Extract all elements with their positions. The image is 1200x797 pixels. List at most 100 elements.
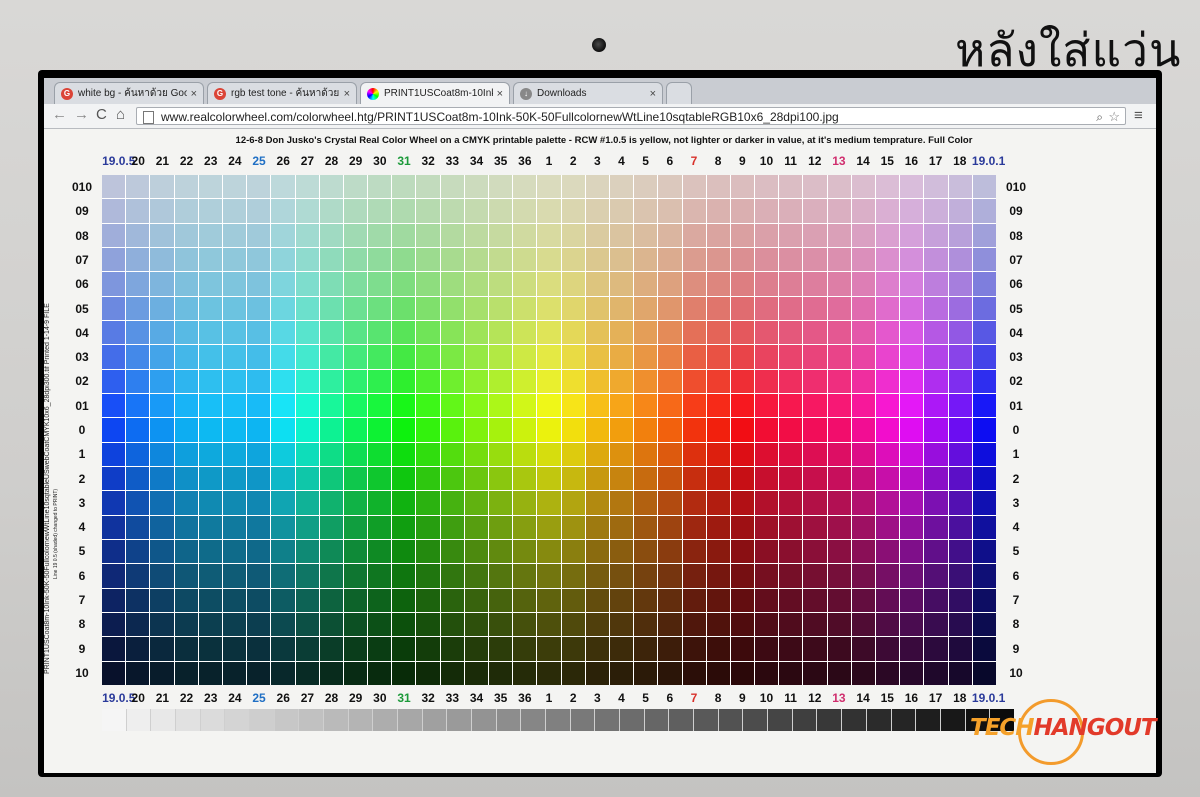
color-swatch: [174, 369, 198, 393]
color-swatch: [368, 491, 392, 515]
column-label: 36: [518, 691, 532, 705]
color-swatch: [416, 223, 440, 247]
color-swatch: [948, 564, 972, 588]
color-swatch: [126, 345, 150, 369]
menu-icon[interactable]: ≡: [1134, 107, 1143, 124]
home-icon[interactable]: ⌂: [116, 106, 125, 123]
tab-downloads[interactable]: ↓ Downloads ×: [513, 82, 663, 104]
color-swatch: [174, 272, 198, 296]
color-swatch: [658, 588, 682, 612]
color-swatch: [102, 442, 126, 466]
column-label: 12: [808, 154, 822, 168]
color-swatch: [827, 515, 851, 539]
gray-swatch: [620, 709, 644, 731]
back-icon[interactable]: ←: [52, 106, 67, 123]
color-swatch: [779, 540, 803, 564]
color-swatch: [634, 491, 658, 515]
color-swatch: [368, 637, 392, 661]
color-swatch: [271, 540, 295, 564]
color-swatch: [730, 661, 755, 685]
color-swatch: [416, 296, 440, 320]
color-swatch: [150, 418, 174, 442]
color-swatch: [803, 637, 827, 661]
color-swatch: [440, 369, 464, 393]
forward-icon[interactable]: →: [74, 106, 89, 123]
color-swatch: [343, 321, 368, 345]
color-swatch: [198, 661, 222, 685]
row-label: 03: [75, 350, 89, 365]
tab-rgb-test[interactable]: G rgb test tone - ค้นหาด้วย G ×: [207, 82, 357, 104]
color-swatch: [198, 369, 222, 393]
color-swatch: [464, 418, 489, 442]
color-swatch: [464, 272, 489, 296]
bookmark-star-icon[interactable]: ☆: [1108, 108, 1120, 126]
column-label: 12: [808, 691, 822, 705]
column-label: 33: [445, 154, 460, 168]
column-label: 17: [928, 691, 943, 705]
color-swatch: [779, 175, 803, 199]
color-swatch: [609, 637, 634, 661]
color-swatch: [174, 418, 198, 442]
tab-white-bg[interactable]: G white bg - ค้นหาด้วย Goog ×: [54, 82, 204, 104]
color-swatch: [440, 491, 464, 515]
color-swatch: [416, 491, 440, 515]
color-swatch: [827, 588, 851, 612]
color-swatch: [295, 272, 319, 296]
color-swatch: [102, 491, 126, 515]
color-swatch: [464, 223, 489, 247]
close-tab-icon[interactable]: ×: [344, 88, 350, 100]
color-swatch: [682, 442, 706, 466]
color-swatch: [416, 394, 440, 418]
color-swatch: [343, 491, 368, 515]
address-bar[interactable]: www.realcolorwheel.com/colorwheel.htg/PR…: [136, 107, 1126, 125]
color-swatch: [634, 467, 658, 491]
color-swatch: [271, 491, 295, 515]
color-swatch: [730, 564, 755, 588]
color-swatch: [464, 613, 489, 637]
color-swatch: [900, 296, 924, 320]
close-tab-icon[interactable]: ×: [191, 88, 197, 100]
gray-swatch: [176, 709, 200, 731]
color-swatch: [585, 540, 609, 564]
color-swatch: [682, 588, 706, 612]
color-swatch: [489, 175, 513, 199]
color-swatch: [585, 321, 609, 345]
color-swatch: [730, 442, 755, 466]
color-swatch: [319, 296, 343, 320]
color-swatch: [440, 296, 464, 320]
color-swatch: [658, 296, 682, 320]
color-swatch: [464, 394, 489, 418]
close-tab-icon[interactable]: ×: [650, 88, 656, 100]
color-swatch: [102, 588, 126, 612]
color-swatch: [319, 613, 343, 637]
color-swatch: [972, 296, 996, 320]
color-swatch: [416, 442, 440, 466]
color-swatch: [102, 394, 126, 418]
color-swatch: [247, 199, 271, 223]
new-tab-button[interactable]: [666, 82, 692, 104]
column-label: 10: [759, 691, 774, 705]
color-swatch: [440, 272, 464, 296]
color-swatch: [730, 637, 755, 661]
color-swatch: [634, 515, 658, 539]
color-swatch: [803, 540, 827, 564]
color-swatch: [537, 248, 561, 272]
reload-icon[interactable]: C: [96, 106, 107, 123]
tab-colorwheel[interactable]: PRINT1USCoat8m-10Ink-5 ×: [360, 82, 510, 104]
color-swatch: [102, 369, 126, 393]
color-swatch: [150, 442, 174, 466]
color-swatch: [440, 321, 464, 345]
color-swatch: [585, 272, 609, 296]
color-swatch: [706, 491, 730, 515]
color-swatch: [271, 442, 295, 466]
color-swatch: [247, 467, 271, 491]
color-swatch: [755, 418, 779, 442]
color-swatch: [174, 564, 198, 588]
color-swatch: [537, 272, 561, 296]
color-swatch: [102, 199, 126, 223]
row-label: 05: [75, 301, 89, 316]
close-tab-icon[interactable]: ×: [497, 88, 503, 100]
color-swatch: [295, 637, 319, 661]
zoom-icon[interactable]: ⌕: [1096, 108, 1103, 126]
gray-swatch: [126, 709, 151, 731]
